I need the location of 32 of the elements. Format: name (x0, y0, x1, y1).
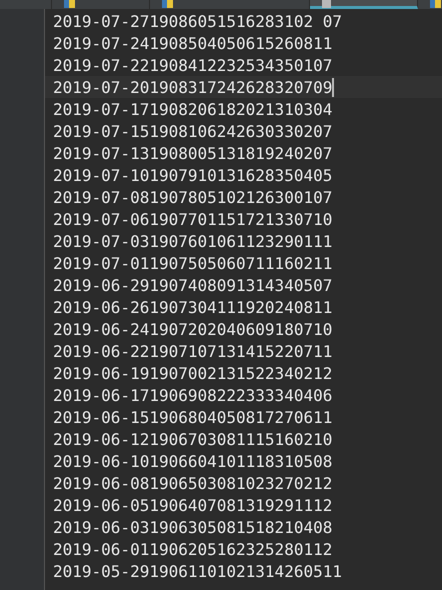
code-line: 2019-06-221907107131415220711 (53, 342, 332, 360)
code-line: 2019-07-171908206182021310304 (53, 100, 332, 118)
code-line: 2019-07-241908504050615260811 (53, 34, 332, 52)
code-line: 2019-06-241907202040609180710 (53, 320, 332, 338)
code-line: 2019-05-2919061101021314260511 (53, 562, 342, 580)
code-line: 2019-06-261907304111920240811 (53, 298, 332, 316)
code-line: 2019-06-011906205162325280112 (53, 540, 332, 558)
editor-tab[interactable] (310, 0, 418, 9)
text-caret (332, 78, 334, 96)
code-line: 2019-06-171906908222333340406 (53, 386, 332, 404)
python-file-icon (162, 0, 173, 8)
code-line: 2019-07-011907505060711160211 (53, 254, 332, 272)
code-line: 2019-07-221908412232534350107 (53, 56, 332, 74)
code-line: 2019-07-101907910131628350405 (53, 166, 332, 184)
code-line: 2019-07-131908005131819240207 (53, 144, 332, 162)
code-line: 2019-06-081906503081023270212 (53, 474, 332, 492)
code-line: 2019-07-031907601061123290111 (53, 232, 332, 250)
code-line: 2019-07-081907805102126300107 (53, 188, 332, 206)
code-line: 2019-07-151908106242630330207 (53, 122, 332, 140)
code-line: 2019-06-191907002131522340212 (53, 364, 332, 382)
code-line: 2019-06-101906604101118310508 (53, 452, 332, 470)
code-line: 2019-06-151906804050817270611 (53, 408, 332, 426)
text-file-icon (322, 0, 331, 8)
code-line: 2019-06-291907408091314340507 (53, 276, 332, 294)
code-line: 2019-07-061907701151721330710 (53, 210, 332, 228)
code-line: 2019-06-031906305081518210408 (53, 518, 332, 536)
python-file-icon (430, 0, 441, 8)
code-line: 2019-06-051906407081319291112 (53, 496, 332, 514)
python-file-icon (64, 0, 75, 8)
code-line: 2019-06-121906703081115160210 (53, 430, 332, 448)
code-line: 2019-07-2719086051516283102 07 (53, 12, 342, 30)
code-line: 2019-07-201908317242628320709 (53, 78, 332, 96)
